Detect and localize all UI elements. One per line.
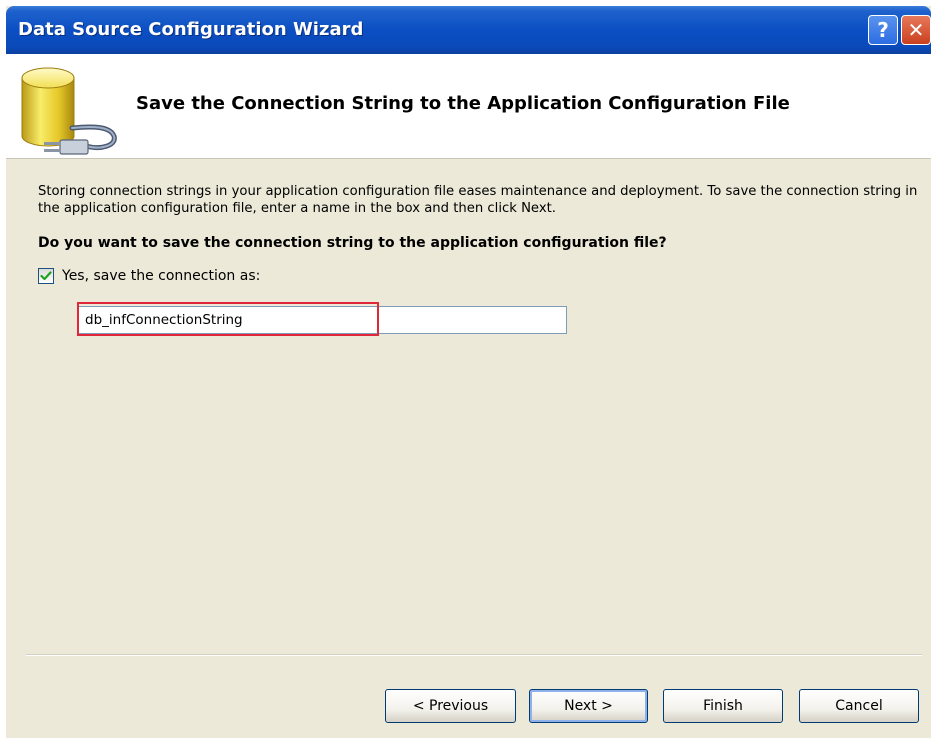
cancel-button[interactable]: Cancel bbox=[799, 689, 919, 723]
wizard-header: Save the Connection String to the Applic… bbox=[6, 54, 931, 159]
title-bar[interactable]: Data Source Configuration Wizard ? ✕ bbox=[6, 6, 931, 54]
checkmark-icon bbox=[40, 271, 52, 281]
footer-divider bbox=[26, 654, 922, 656]
save-connection-label: Yes, save the connection as: bbox=[62, 268, 261, 284]
database-plug-icon bbox=[21, 67, 117, 155]
connection-name-input[interactable] bbox=[78, 306, 567, 334]
previous-button[interactable]: < Previous bbox=[385, 689, 516, 723]
description-text: Storing connection strings in your appli… bbox=[38, 184, 918, 216]
wizard-window: Data Source Configuration Wizard ? ✕ Sav… bbox=[6, 6, 931, 738]
help-button[interactable]: ? bbox=[868, 15, 898, 45]
close-button[interactable]: ✕ bbox=[901, 15, 931, 45]
next-button[interactable]: Next > bbox=[529, 689, 648, 723]
save-connection-checkbox[interactable] bbox=[38, 268, 54, 284]
close-icon: ✕ bbox=[907, 18, 925, 42]
finish-button[interactable]: Finish bbox=[663, 689, 783, 723]
save-connection-option[interactable]: Yes, save the connection as: bbox=[38, 268, 260, 284]
window-title: Data Source Configuration Wizard bbox=[18, 19, 364, 40]
page-title: Save the Connection String to the Applic… bbox=[136, 93, 790, 114]
question-text: Do you want to save the connection strin… bbox=[38, 235, 667, 251]
help-icon: ? bbox=[877, 18, 889, 42]
